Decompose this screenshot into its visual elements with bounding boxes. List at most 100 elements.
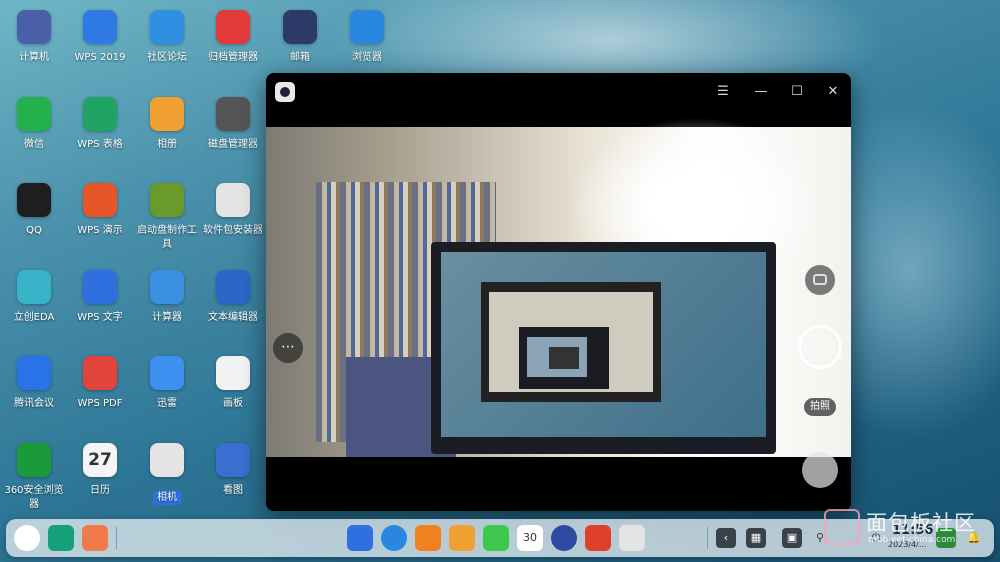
camera-window[interactable]: ☰ — ☐ ✕ ⋯ 拍照 <box>266 73 851 511</box>
close-button[interactable]: ✕ <box>822 81 844 103</box>
camera-dock-icon[interactable] <box>619 525 645 551</box>
wps-pdf-icon <box>83 356 117 390</box>
desktop-icon-label: 浏览器 <box>334 51 400 65</box>
desktop-icon-camera[interactable]: 相机 <box>134 442 200 505</box>
desktop-icon-label-text: WPS 演示 <box>77 225 123 236</box>
desktop-icon-wps[interactable]: WPS 2019 <box>67 10 133 65</box>
desktop-icon-label-text: 腾讯会议 <box>14 398 54 409</box>
camera-preview: ⋯ 拍照 <box>266 117 851 488</box>
desktop-icon-label-text: 软件包安装器 <box>203 225 263 236</box>
app-store-icon[interactable] <box>415 525 441 551</box>
desktop-icon-label: 腾讯会议 <box>1 397 67 411</box>
minimize-button[interactable]: — <box>750 81 772 103</box>
desktop-icon-bootdisk[interactable]: 启动盘制作工具 <box>134 183 200 252</box>
desktop-icon-label: 画板 <box>200 397 266 411</box>
desktop-icon-label-text: 浏览器 <box>352 52 382 63</box>
screenshot-dock-icon[interactable] <box>585 525 611 551</box>
album-icon <box>150 96 184 131</box>
nested-window-2 <box>549 347 579 369</box>
desktop-icon-album[interactable]: 相册 <box>134 96 200 152</box>
settings-icon[interactable] <box>551 525 577 551</box>
mail-icon <box>283 10 317 44</box>
desktop-icon-calendar[interactable]: 27 日历 <box>67 442 133 498</box>
desktop-icon-wechat[interactable]: 微信 <box>1 96 67 152</box>
desktop-icon-wps-slides[interactable]: WPS 演示 <box>67 183 133 238</box>
desktop-icon-wps-pdf[interactable]: WPS PDF <box>67 356 133 411</box>
desktop-icon-forum[interactable]: 社区论坛 <box>134 10 200 65</box>
screen-icon[interactable]: ▣ <box>782 528 802 548</box>
image-viewer-icon <box>216 442 250 477</box>
nested-laptop <box>519 327 609 389</box>
desktop-icon-thunder[interactable]: 迅雷 <box>134 356 200 411</box>
file-manager-icon[interactable] <box>347 525 373 551</box>
desktop-icon-label-text: 计算机 <box>19 52 49 63</box>
desktop-icon-package[interactable]: 软件包安装器 <box>200 183 266 238</box>
menu-button[interactable]: ☰ <box>712 81 734 103</box>
keyboard-icon[interactable]: ▦ <box>746 528 766 548</box>
tray-collapse-icon[interactable]: ‹ <box>716 528 736 548</box>
desktop-icon-label-text: 社区论坛 <box>147 52 187 63</box>
desktop-icon-text-editor[interactable]: 文本编辑器 <box>200 269 266 325</box>
desktop-icon-label-text: WPS 2019 <box>74 52 126 63</box>
watermark: 面包板社区 mbb.eet-china.com <box>822 505 998 551</box>
desktop-icon-meeting[interactable]: 腾讯会议 <box>1 356 67 411</box>
desktop-icon-label: WPS 演示 <box>67 224 133 238</box>
archive-icon <box>216 10 250 44</box>
desktop-icon-image-viewer[interactable]: 看图 <box>200 442 266 498</box>
desktop-icon-label-text: 邮箱 <box>290 52 310 63</box>
maximize-button[interactable]: ☐ <box>786 81 808 103</box>
desktop-icon-computer[interactable]: 计算机 <box>1 10 67 65</box>
photo-mode-label[interactable]: 拍照 <box>804 398 836 416</box>
browser-icon <box>350 10 384 44</box>
watermark-logo-icon <box>824 509 860 545</box>
qq-icon <box>17 183 51 217</box>
desktop-icon-draw[interactable]: 画板 <box>200 356 266 411</box>
desktop-icon-label-text: 立创EDA <box>13 311 55 323</box>
desktop-icon-wps-writer[interactable]: WPS 文字 <box>67 269 133 325</box>
desktop-icon-calculator[interactable]: 计算器 <box>134 269 200 325</box>
desktop-icon-label: 计算机 <box>1 51 67 65</box>
desktop-icon-qq[interactable]: QQ <box>1 183 67 238</box>
multitask-icon[interactable] <box>48 525 74 551</box>
browser-360-icon <box>17 442 51 477</box>
calendar-dock-icon[interactable]: 30 <box>517 525 543 551</box>
browser-dock-icon[interactable] <box>381 525 407 551</box>
desktop-icon-label: 归档管理器 <box>200 51 266 65</box>
desktop-icon-label: 看图 <box>200 484 266 498</box>
desktop-icon-label-text: 微信 <box>24 138 44 150</box>
desktop-icon-label-text: 日历 <box>90 484 110 496</box>
desktop-icon-label: 立创EDA <box>1 311 67 325</box>
desktop-icon-label-text: WPS PDF <box>77 398 123 409</box>
launcher-icon[interactable] <box>14 525 40 551</box>
desktop-icon-label: WPS 文字 <box>67 311 133 325</box>
gallery-thumbnail[interactable] <box>802 452 838 488</box>
calendar-icon: 27 <box>83 442 117 477</box>
desktop-icon-archive[interactable]: 归档管理器 <box>200 10 266 65</box>
desktop-icon-mail[interactable]: 邮箱 <box>267 10 333 65</box>
titlebar[interactable]: ☰ — ☐ ✕ <box>266 73 851 111</box>
desktop-icon-label: 相机 <box>134 484 200 505</box>
nested-screen <box>527 337 587 377</box>
album-dock-icon[interactable] <box>449 525 475 551</box>
desktop-icon-label: 日历 <box>67 484 133 498</box>
desktop-icon-disk[interactable]: 磁盘管理器 <box>200 96 266 152</box>
desktop-icon-eda[interactable]: 立创EDA <box>1 269 67 325</box>
more-options-button[interactable]: ⋯ <box>273 333 303 363</box>
desktop-icon-label: 启动盘制作工具 <box>134 224 200 252</box>
desktop-icon-browser-360[interactable]: 360安全浏览器 <box>1 442 67 512</box>
desktop-icon-label: 迅雷 <box>134 397 200 411</box>
wps-slides-icon <box>83 183 117 217</box>
desktop-icon-wps-sheet[interactable]: WPS 表格 <box>67 96 133 152</box>
music-icon[interactable] <box>483 525 509 551</box>
desktop-icon-label-text: 磁盘管理器 <box>208 138 258 150</box>
disk-icon <box>216 96 250 131</box>
desktop-icon-label: 社区论坛 <box>134 51 200 65</box>
workspace-icon[interactable] <box>82 525 108 551</box>
thunder-icon <box>150 356 184 390</box>
forum-icon <box>150 10 184 44</box>
draw-icon <box>216 356 250 390</box>
wps-icon <box>83 10 117 44</box>
switch-camera-icon[interactable] <box>805 265 835 295</box>
desktop-icon-browser[interactable]: 浏览器 <box>334 10 400 65</box>
shutter-button[interactable] <box>798 325 842 369</box>
